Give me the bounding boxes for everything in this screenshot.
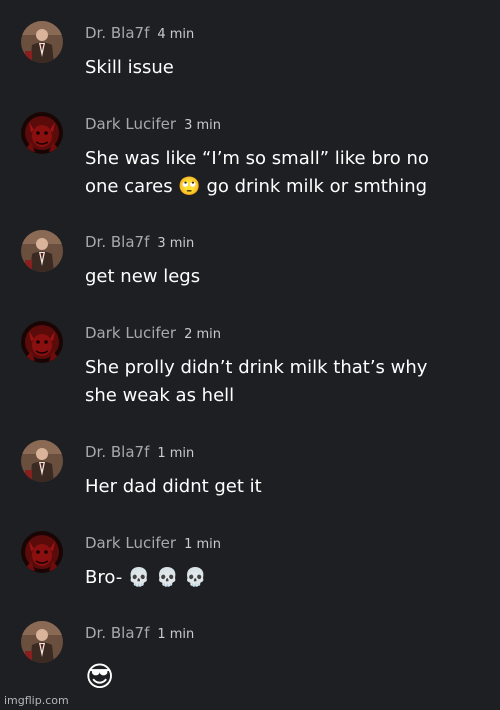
comment-line: she weak as hell	[85, 385, 235, 406]
person-in-suit-avatar-icon	[21, 21, 63, 63]
avatar[interactable]	[21, 531, 63, 573]
red-demon-avatar-icon	[21, 321, 63, 363]
comment-text: She prolly didn’t drink milk that’s why …	[85, 354, 495, 410]
comment-line: She was like “I’m so small” like bro no	[85, 148, 429, 169]
comment-line: 😎	[85, 660, 115, 693]
comment-meta: Dr. Bla7f 4 min	[85, 23, 194, 43]
comment-meta: Dr. Bla7f 1 min	[85, 623, 194, 643]
comment-text: Skill issue	[85, 54, 495, 82]
avatar[interactable]	[21, 440, 63, 482]
avatar[interactable]	[21, 230, 63, 272]
author-name[interactable]: Dr. Bla7f	[85, 233, 149, 251]
author-name[interactable]: Dark Lucifer	[85, 534, 176, 552]
comment-line: get new legs	[85, 266, 201, 287]
comment-line: Skill issue	[85, 57, 174, 78]
author-name[interactable]: Dark Lucifer	[85, 115, 176, 133]
avatar[interactable]	[21, 112, 63, 154]
red-demon-avatar-icon	[21, 531, 63, 573]
comment-text: Bro- 💀 💀 💀	[85, 564, 495, 592]
comment-text: get new legs	[85, 263, 495, 291]
author-name[interactable]: Dr. Bla7f	[85, 624, 149, 642]
timestamp: 3 min	[157, 236, 195, 251]
comment-line: She prolly didn’t drink milk that’s why	[85, 357, 428, 378]
author-name[interactable]: Dark Lucifer	[85, 324, 176, 342]
timestamp: 2 min	[184, 327, 221, 342]
comment-meta: Dr. Bla7f 3 min	[85, 232, 194, 252]
timestamp: 1 min	[184, 537, 221, 552]
avatar[interactable]	[21, 621, 63, 663]
person-in-suit-avatar-icon	[21, 440, 63, 482]
watermark: imgflip.com	[4, 694, 69, 707]
timestamp: 1 min	[157, 627, 195, 642]
comment-feed: Dr. Bla7f 4 min Skill issue Dark Lucifer 3…	[0, 0, 500, 710]
comment-line: Bro- 💀 💀 💀	[85, 567, 207, 588]
author-name[interactable]: Dr. Bla7f	[85, 443, 149, 461]
comment-meta: Dark Lucifer 2 min	[85, 323, 221, 343]
red-demon-avatar-icon	[21, 112, 63, 154]
comment-text: Her dad didnt get it	[85, 473, 495, 501]
comment-line: Her dad didnt get it	[85, 476, 262, 497]
comment-line: one cares 🙄 go drink milk or smthing	[85, 176, 428, 197]
timestamp: 4 min	[157, 27, 195, 42]
person-in-suit-avatar-icon	[21, 230, 63, 272]
avatar[interactable]	[21, 321, 63, 363]
timestamp: 1 min	[157, 446, 195, 461]
comment-meta: Dr. Bla7f 1 min	[85, 442, 194, 462]
person-in-suit-avatar-icon	[21, 621, 63, 663]
comment-text: 😎	[85, 661, 495, 693]
avatar[interactable]	[21, 21, 63, 63]
timestamp: 3 min	[184, 118, 221, 133]
comment-meta: Dark Lucifer 1 min	[85, 533, 221, 553]
comment-meta: Dark Lucifer 3 min	[85, 114, 221, 134]
author-name[interactable]: Dr. Bla7f	[85, 24, 149, 42]
comment-text: She was like “I’m so small” like bro no …	[85, 145, 495, 201]
